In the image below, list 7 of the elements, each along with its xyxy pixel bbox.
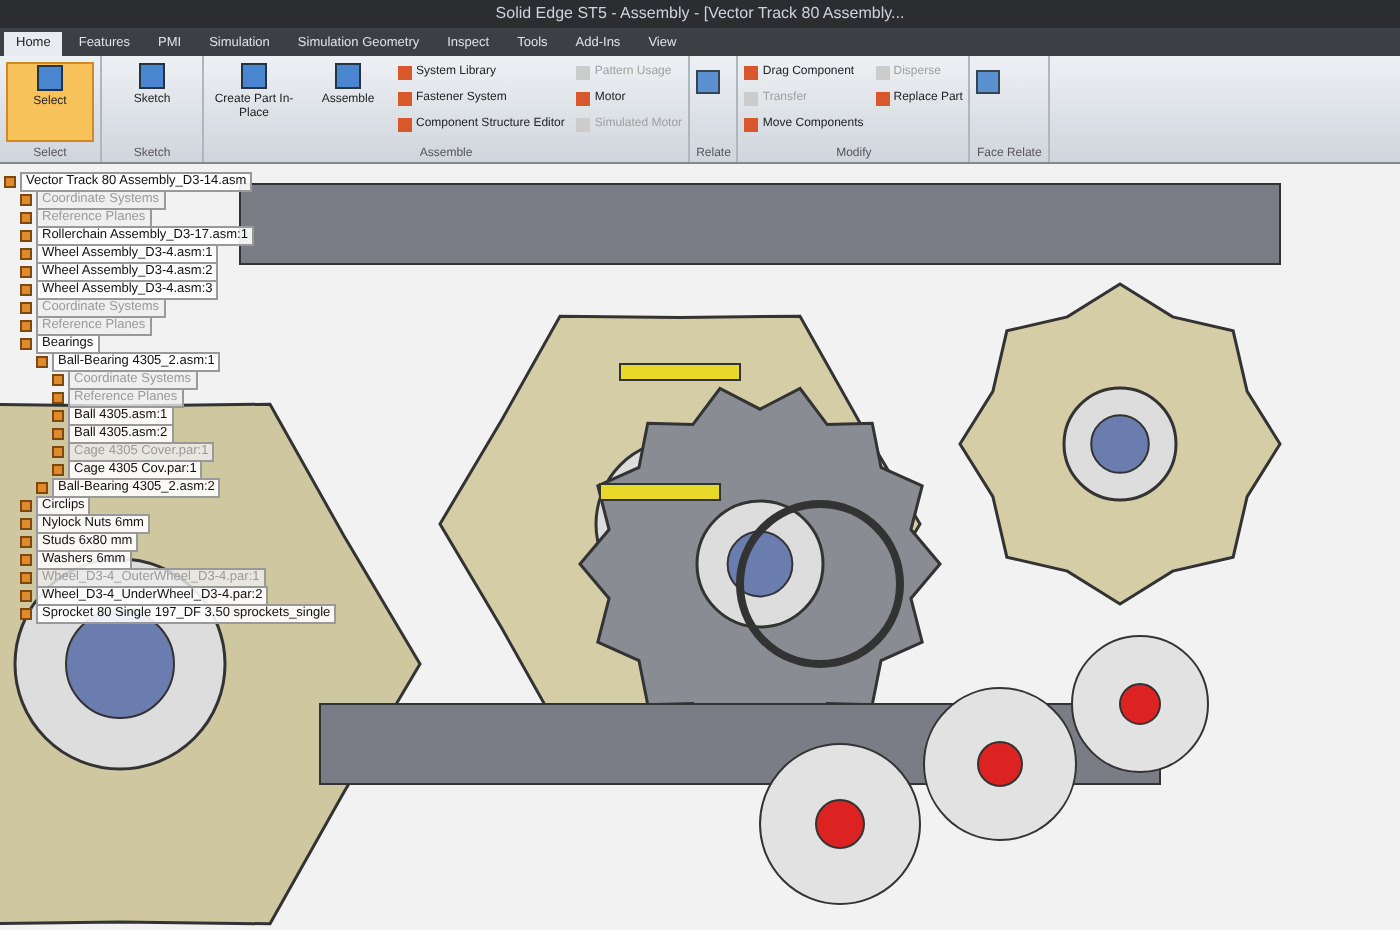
tool-icon [334, 62, 362, 90]
window-title: Solid Edge ST5 - Assembly - [Vector Track 80 Assembly... [495, 2, 905, 26]
tool-icon [138, 62, 166, 90]
tool-icon [240, 62, 268, 90]
tool-icon[interactable] [976, 70, 1001, 94]
tool-icon [36, 64, 64, 92]
tool-icon[interactable] [696, 70, 721, 94]
